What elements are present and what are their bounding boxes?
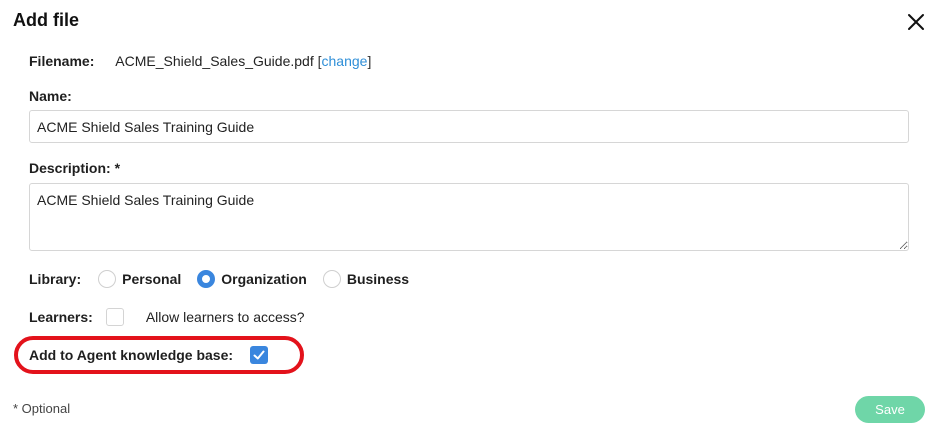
- agent-row: Add to Agent knowledge base:: [29, 344, 269, 366]
- name-input[interactable]: [29, 110, 909, 143]
- dialog-title: Add file: [13, 10, 79, 30]
- add-file-dialog: Add file Filename: ACME_Shield_Sales_Gui…: [0, 0, 944, 435]
- close-icon: [908, 14, 924, 30]
- library-option-organization[interactable]: Organization: [197, 270, 307, 288]
- optional-note: * Optional: [13, 401, 71, 416]
- filename-row: Filename: ACME_Shield_Sales_Guide.pdf [c…: [29, 53, 371, 69]
- library-label: Library:: [29, 271, 82, 287]
- filename-value: ACME_Shield_Sales_Guide.pdf: [115, 53, 314, 69]
- checkmark-icon: [253, 350, 265, 360]
- close-button[interactable]: [904, 10, 928, 34]
- description-label: Description: *: [29, 160, 121, 176]
- description-textarea[interactable]: ACME Shield Sales Training Guide: [29, 183, 909, 251]
- radio-organization-label: Organization: [221, 271, 307, 287]
- agent-label: Add to Agent knowledge base:: [29, 347, 234, 363]
- learners-checkbox[interactable]: [105, 308, 124, 326]
- library-row: Library: Personal Organization Business: [29, 268, 425, 290]
- learners-checkbox-label: Allow learners to access?: [145, 309, 305, 325]
- radio-organization[interactable]: [197, 270, 216, 288]
- name-label: Name:: [29, 88, 72, 104]
- change-bracket-close: ]: [367, 53, 372, 69]
- radio-personal-label: Personal: [122, 271, 182, 287]
- agent-checkbox[interactable]: [250, 346, 269, 364]
- learners-label: Learners:: [29, 309, 93, 325]
- save-button[interactable]: Save: [855, 396, 925, 423]
- radio-business-label: Business: [346, 271, 410, 287]
- radio-personal[interactable]: [98, 270, 117, 288]
- library-option-personal[interactable]: Personal: [98, 270, 181, 288]
- filename-label: Filename:: [29, 53, 95, 69]
- library-option-business[interactable]: Business: [322, 270, 410, 288]
- radio-business[interactable]: [322, 270, 341, 288]
- learners-row: Learners: Allow learners to access?: [29, 306, 305, 328]
- change-link[interactable]: change: [322, 53, 368, 69]
